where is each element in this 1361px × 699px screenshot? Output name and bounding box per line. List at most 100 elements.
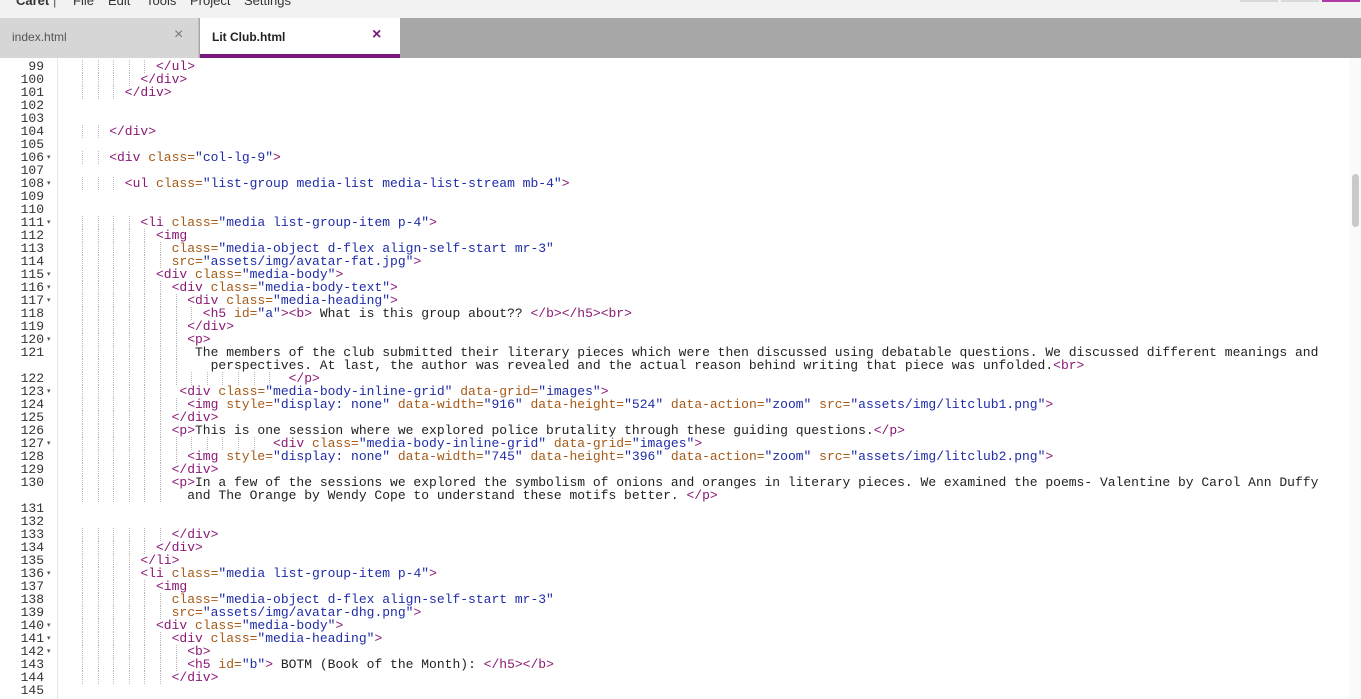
code-token: <div xyxy=(109,150,149,165)
indent-guide xyxy=(97,476,99,489)
indent-guide xyxy=(97,671,99,684)
indent-guide xyxy=(81,242,83,255)
indent-guide xyxy=(128,463,130,476)
indent-guide xyxy=(159,632,161,645)
code-text: <ul class="list-group media-list media-l… xyxy=(125,177,570,190)
code-token: "assets/img/litclub1.png" xyxy=(850,397,1046,412)
indent-guide xyxy=(175,645,177,658)
code-token: "b" xyxy=(241,657,266,672)
indent-guide xyxy=(113,463,115,476)
indent-guide xyxy=(159,372,161,385)
fold-arrow-icon[interactable]: ▾ xyxy=(47,268,51,281)
indent-guide xyxy=(113,333,115,346)
code-token: "745" xyxy=(483,449,523,464)
indent-guide xyxy=(159,489,161,502)
indent-guide xyxy=(113,294,115,307)
indent-guide xyxy=(128,645,130,658)
indent-guide xyxy=(159,476,161,489)
fold-arrow-icon[interactable]: ▾ xyxy=(47,437,51,450)
tab-index-html[interactable]: index.html × xyxy=(0,18,199,58)
indent-guide xyxy=(159,658,161,671)
indent-guide xyxy=(81,554,83,567)
fold-arrow-icon[interactable]: ▾ xyxy=(47,294,51,307)
code-token: > xyxy=(429,215,437,230)
window-close-button[interactable] xyxy=(1322,0,1360,2)
menu-edit[interactable]: Edit xyxy=(108,0,130,8)
indent-guide xyxy=(113,489,115,502)
code-line: </div> xyxy=(58,86,1348,99)
indent-guide xyxy=(144,294,146,307)
code-editor[interactable]: 99 100 101 102 103 104 105 106 ▾ 107 108 ▾ 109 110 111… xyxy=(0,58,1361,699)
indent-guide xyxy=(128,294,130,307)
code-token: > xyxy=(1045,449,1054,464)
indent-guide xyxy=(159,450,161,463)
indent-guide xyxy=(97,489,99,502)
menu-tools[interactable]: Tools xyxy=(146,0,176,8)
indent-guide xyxy=(113,268,115,281)
indent-guide xyxy=(97,528,99,541)
indent-guide xyxy=(113,242,115,255)
code-token: src= xyxy=(811,397,851,412)
fold-arrow-icon[interactable]: ▾ xyxy=(47,333,51,346)
code-token: data-action= xyxy=(663,449,765,464)
indent-guide xyxy=(113,619,115,632)
menu-settings[interactable]: Settings xyxy=(244,0,291,8)
code-token: <br> xyxy=(1053,358,1085,373)
fold-arrow-icon[interactable]: ▾ xyxy=(47,151,51,164)
code-line: <p>This is one session where we explored… xyxy=(58,424,1348,437)
scrollbar-thumb[interactable] xyxy=(1352,174,1359,227)
indent-guide xyxy=(128,333,130,346)
fold-arrow-icon[interactable]: ▾ xyxy=(47,567,51,580)
fold-arrow-icon[interactable]: ▾ xyxy=(47,619,51,632)
code-text: <h5 id="a"><b> What is this group about?… xyxy=(203,307,632,320)
fold-arrow-icon[interactable]: ▾ xyxy=(47,645,51,658)
fold-arrow-icon[interactable]: ▾ xyxy=(47,177,51,190)
indent-guide xyxy=(113,476,115,489)
menu-file[interactable]: File xyxy=(73,0,94,8)
tab-lit-club-html[interactable]: Lit Club.html × xyxy=(200,18,400,58)
fold-arrow-icon[interactable]: ▾ xyxy=(47,281,51,294)
indent-guide xyxy=(144,437,146,450)
indent-guide xyxy=(81,671,83,684)
indent-guide xyxy=(113,385,115,398)
indent-guide xyxy=(128,671,130,684)
code-token: class= xyxy=(156,176,203,191)
indent-guide xyxy=(97,294,99,307)
indent-guide xyxy=(113,606,115,619)
line-number-gutter: 99 100 101 102 103 104 105 106 ▾ 107 108 ▾ 109 110 111… xyxy=(0,58,58,699)
indent-guide xyxy=(97,229,99,242)
indent-guide xyxy=(144,476,146,489)
indent-guide xyxy=(97,346,99,359)
code-line: <li class="media list-group-item p-4"> xyxy=(58,216,1348,229)
indent-guide xyxy=(81,86,83,99)
menu-project[interactable]: Project xyxy=(190,0,230,8)
code-token: "zoom" xyxy=(764,449,812,464)
maximize-button[interactable] xyxy=(1281,0,1319,2)
close-icon[interactable]: × xyxy=(372,27,381,43)
indent-guide xyxy=(128,281,130,294)
vertical-scrollbar[interactable] xyxy=(1349,58,1361,699)
fold-arrow-icon[interactable]: ▾ xyxy=(47,216,51,229)
app-brand: Caret xyxy=(16,0,50,8)
code-area[interactable]: </ul> </div> </div> </div> <div class="col-l… xyxy=(58,58,1348,699)
indent-guide xyxy=(97,359,99,372)
indent-guide xyxy=(81,489,83,502)
indent-guide xyxy=(175,307,177,320)
indent-guide xyxy=(81,645,83,658)
close-icon[interactable]: × xyxy=(174,27,183,43)
indent-guide xyxy=(144,320,146,333)
code-line: </div> xyxy=(58,320,1348,333)
indent-guide xyxy=(113,372,115,385)
fold-arrow-icon[interactable]: ▾ xyxy=(47,385,51,398)
code-line: <li class="media list-group-item p-4"> xyxy=(58,567,1348,580)
indent-guide xyxy=(97,658,99,671)
minimize-button[interactable] xyxy=(1240,0,1278,2)
indent-guide xyxy=(81,177,83,190)
indent-guide xyxy=(81,385,83,398)
indent-guide xyxy=(159,333,161,346)
code-token: perspectives. At last, the author was re… xyxy=(210,358,1054,373)
indent-guide xyxy=(81,125,83,138)
fold-arrow-icon[interactable]: ▾ xyxy=(47,632,51,645)
indent-guide xyxy=(144,619,146,632)
code-line: <div class="media-heading"> xyxy=(58,632,1348,645)
